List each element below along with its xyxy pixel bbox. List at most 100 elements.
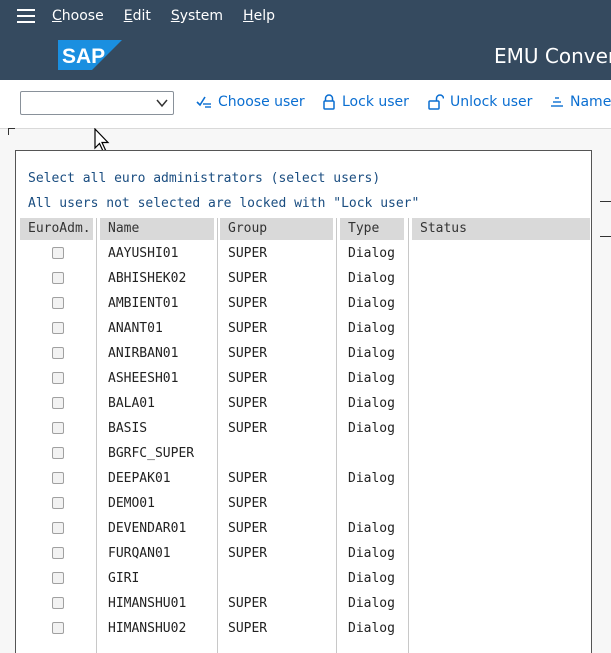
- table-row[interactable]: BALA01 SUPER Dialog: [16, 391, 591, 416]
- euroadm-checkbox[interactable]: [52, 347, 64, 359]
- unlock-icon: [428, 94, 444, 110]
- euroadm-checkbox[interactable]: [52, 622, 64, 634]
- user-group-cell: SUPER: [228, 371, 268, 386]
- user-group-cell: SUPER: [228, 596, 268, 611]
- user-group-cell: SUPER: [228, 396, 268, 411]
- unlock-user-label: Unlock user: [450, 94, 533, 110]
- user-group-cell: SUPER: [228, 496, 268, 511]
- table-row[interactable]: DEMO01 SUPER: [16, 491, 591, 516]
- menu-help[interactable]: Help: [243, 8, 275, 24]
- menu-edit[interactable]: Edit: [124, 8, 151, 24]
- user-name-cell: ANIRBAN01: [108, 346, 179, 361]
- table-row[interactable]: BASIS SUPER Dialog: [16, 416, 591, 441]
- euroadm-checkbox[interactable]: [52, 522, 64, 534]
- table-row[interactable]: ASHEESH01 SUPER Dialog: [16, 366, 591, 391]
- user-name-cell: ANANT01: [108, 321, 163, 336]
- column-header-type[interactable]: Type: [340, 218, 404, 240]
- table-row[interactable]: HIMANSHU01 SUPER Dialog: [16, 591, 591, 616]
- euroadm-checkbox[interactable]: [52, 447, 64, 459]
- euroadm-checkbox[interactable]: [52, 597, 64, 609]
- user-group-cell: SUPER: [228, 421, 268, 436]
- table-row[interactable]: DEVENDAR01 SUPER Dialog: [16, 516, 591, 541]
- user-type-cell: Dialog: [348, 296, 395, 311]
- menu-choose[interactable]: Choose: [52, 8, 104, 24]
- hamburger-menu-icon[interactable]: [0, 0, 52, 32]
- user-type-cell: Dialog: [348, 246, 395, 261]
- euroadm-checkbox[interactable]: [52, 372, 64, 384]
- lock-user-label: Lock user: [342, 94, 409, 110]
- user-group-cell: SUPER: [228, 521, 268, 536]
- title-bar: SAP EMU Conver: [0, 32, 611, 80]
- user-name-cell: DEEPAK01: [108, 471, 171, 486]
- user-name-cell: ABHISHEK02: [108, 271, 187, 286]
- table-row[interactable]: ANANT01 SUPER Dialog: [16, 316, 591, 341]
- user-type-cell: Dialog: [348, 571, 395, 586]
- lock-icon: [323, 94, 335, 110]
- table-row[interactable]: AAYUSHI01 SUPER Dialog: [16, 241, 591, 266]
- euroadm-checkbox[interactable]: [52, 297, 64, 309]
- corner-marker: [8, 128, 15, 135]
- choose-user-label: Choose user: [218, 94, 305, 110]
- euroadm-checkbox[interactable]: [52, 547, 64, 559]
- euroadm-checkbox[interactable]: [52, 272, 64, 284]
- menu-bar: Choose Edit System Help: [0, 0, 611, 32]
- column-header-group[interactable]: Group: [220, 218, 333, 240]
- user-name-cell: AAYUSHI01: [108, 246, 179, 261]
- screen-title: EMU Conver: [494, 44, 611, 68]
- table-row[interactable]: BGRFC_SUPER: [16, 441, 591, 466]
- table-row[interactable]: GIRI Dialog: [16, 566, 591, 591]
- command-input[interactable]: [25, 93, 149, 115]
- table-row[interactable]: AMBIENT01 SUPER Dialog: [16, 291, 591, 316]
- user-name-cell: ASHEESH01: [108, 371, 179, 386]
- lock-user-button[interactable]: Lock user: [322, 94, 409, 110]
- user-type-cell: Dialog: [348, 596, 395, 611]
- euroadm-checkbox[interactable]: [52, 397, 64, 409]
- user-name-cell: FURQAN01: [108, 546, 171, 561]
- user-type-cell: Dialog: [348, 271, 395, 286]
- euroadm-checkbox[interactable]: [52, 572, 64, 584]
- user-group-cell: SUPER: [228, 321, 268, 336]
- sap-logo: SAP: [58, 40, 122, 74]
- user-name-cell: BALA01: [108, 396, 155, 411]
- user-name-cell: GIRI: [108, 571, 140, 586]
- user-group-cell: SUPER: [228, 546, 268, 561]
- table-row[interactable]: HIMANSHU02 SUPER Dialog: [16, 616, 591, 641]
- menu-system[interactable]: System: [171, 8, 223, 24]
- euroadm-checkbox[interactable]: [52, 422, 64, 434]
- table-row[interactable]: ANIRBAN01 SUPER Dialog: [16, 341, 591, 366]
- table-row[interactable]: DEEPAK01 SUPER Dialog: [16, 466, 591, 491]
- svg-text:SAP: SAP: [62, 45, 105, 68]
- euroadm-checkbox[interactable]: [52, 472, 64, 484]
- user-type-cell: Dialog: [348, 346, 395, 361]
- euroadm-checkbox[interactable]: [52, 497, 64, 509]
- choose-user-button[interactable]: Choose user: [196, 94, 305, 110]
- sort-list-icon: [551, 97, 563, 107]
- user-type-cell: Dialog: [348, 396, 395, 411]
- name-button[interactable]: Name: [550, 94, 611, 110]
- instruction-line-1: Select all euro administrators (select u…: [28, 171, 381, 186]
- user-type-cell: Dialog: [348, 471, 395, 486]
- checkmark-list-icon: [196, 96, 211, 108]
- user-type-cell: Dialog: [348, 621, 395, 636]
- user-name-cell: HIMANSHU01: [108, 596, 187, 611]
- column-header-name[interactable]: Name: [100, 218, 214, 240]
- unlock-user-button[interactable]: Unlock user: [428, 94, 532, 110]
- column-header-euroadm[interactable]: EuroAdm.: [20, 218, 93, 240]
- user-group-cell: SUPER: [228, 246, 268, 261]
- user-type-cell: Dialog: [348, 321, 395, 336]
- user-name-cell: BASIS: [108, 421, 148, 436]
- user-group-cell: SUPER: [228, 471, 268, 486]
- user-name-cell: DEMO01: [108, 496, 155, 511]
- chevron-down-icon[interactable]: [155, 97, 169, 109]
- user-group-cell: SUPER: [228, 296, 268, 311]
- table-row[interactable]: FURQAN01 SUPER Dialog: [16, 541, 591, 566]
- user-name-cell: AMBIENT01: [108, 296, 179, 311]
- name-label: Name: [570, 94, 611, 110]
- euroadm-checkbox[interactable]: [52, 247, 64, 259]
- column-header-status[interactable]: Status: [412, 218, 590, 240]
- table-row[interactable]: ABHISHEK02 SUPER Dialog: [16, 266, 591, 291]
- euroadm-checkbox[interactable]: [52, 322, 64, 334]
- user-name-cell: DEVENDAR01: [108, 521, 187, 536]
- user-type-cell: Dialog: [348, 521, 395, 536]
- command-field[interactable]: [20, 91, 174, 115]
